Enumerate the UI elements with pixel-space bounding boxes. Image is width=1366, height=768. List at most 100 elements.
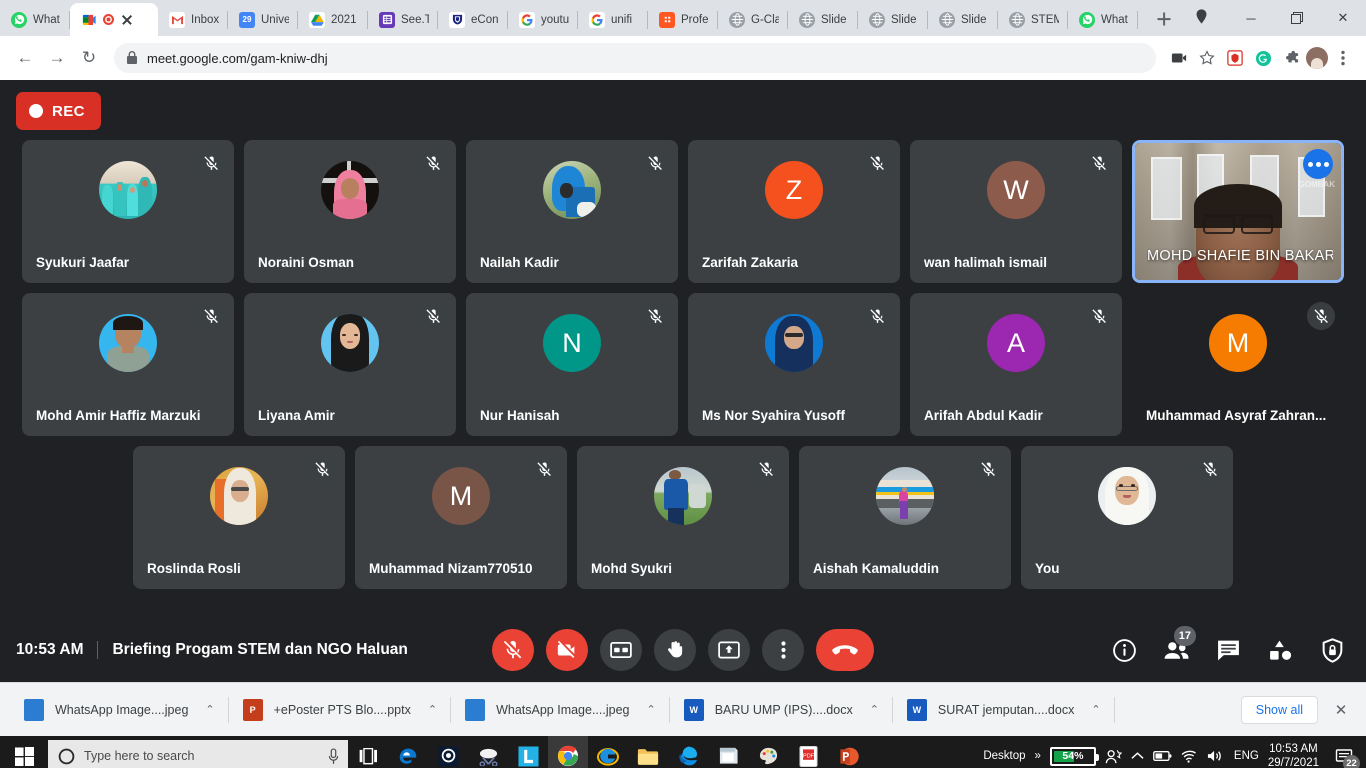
host-controls-button[interactable] [1314,632,1350,668]
download-item[interactable]: WhatsApp Image....jpeg ⌃ [451,693,670,727]
participant-tile[interactable]: M Muhammad Nizam770510 [355,446,567,589]
internet-explorer-icon[interactable] [588,736,628,768]
browser-tab-1[interactable] [70,3,158,36]
browser-tab-4[interactable]: 2021 [298,3,368,36]
download-menu-caret-icon[interactable]: ⌃ [205,703,214,716]
tray-overflow-chevron[interactable]: » [1035,750,1041,762]
browser-tab-13[interactable]: Slide [928,3,998,36]
powerpoint-icon[interactable] [828,736,868,768]
download-menu-caret-icon[interactable]: ⌃ [646,703,655,716]
participant-tile[interactable]: N Nur Hanisah [466,293,678,436]
browser-tab-7[interactable]: youtu [508,3,578,36]
participant-tile[interactable]: Nailah Kadir [466,140,678,283]
reload-button[interactable]: ↻ [74,43,104,73]
extension-grammarly-icon[interactable] [1250,45,1276,71]
show-everyone-button[interactable]: 17 [1158,626,1196,668]
download-menu-caret-icon[interactable]: ⌃ [1091,703,1100,716]
minimize-button[interactable]: ─ [1228,2,1274,34]
desktop-label[interactable]: Desktop [983,750,1025,762]
browser-tab-2[interactable]: Inbox [158,3,228,36]
file-explorer-icon[interactable] [628,736,668,768]
browser-tab-5[interactable]: See.T [368,3,438,36]
download-menu-caret-icon[interactable]: ⌃ [428,703,437,716]
participant-tile[interactable]: Z Zarifah Zakaria [688,140,900,283]
participant-tile[interactable]: GOMBAK MOHD SHAFIE BIN BAKAR [1132,140,1344,283]
browser-tab-8[interactable]: unifi [578,3,648,36]
close-window-button[interactable]: ✕ [1320,2,1366,34]
participant-tile[interactable]: Roslinda Rosli [133,446,345,589]
extensions-puzzle-icon[interactable] [1278,45,1304,71]
battery-indicator[interactable]: 54% [1049,746,1099,766]
lightshot-icon[interactable] [508,736,548,768]
participant-tile[interactable]: Aishah Kamaluddin [799,446,1011,589]
participant-tile[interactable]: Liyana Amir [244,293,456,436]
participant-tile[interactable]: You [1021,446,1233,589]
snipping-tool-icon[interactable] [468,736,508,768]
browser-tab-12[interactable]: Slide [858,3,928,36]
browser-tab-0[interactable]: What [0,3,70,36]
people-tray-icon[interactable] [1105,748,1122,765]
browser-tab-14[interactable]: STEM [998,3,1068,36]
close-tab-icon[interactable] [120,13,134,27]
show-hidden-icons-chevron[interactable] [1131,751,1144,761]
maximize-button[interactable] [1274,2,1320,34]
captions-button[interactable] [600,629,642,671]
activities-button[interactable] [1262,632,1298,668]
chrome-profile-avatar[interactable] [1306,47,1328,69]
close-download-shelf-button[interactable]: ✕ [1326,695,1356,725]
microsoft-edge-icon[interactable] [668,736,708,768]
participant-tile[interactable]: Syukuri Jaafar [22,140,234,283]
browser-tab-15[interactable]: What [1068,3,1138,36]
new-tab-button[interactable] [1150,5,1178,33]
present-now-button[interactable] [708,629,750,671]
forward-button[interactable]: → [42,43,72,73]
battery-tray-icon[interactable] [1153,750,1172,762]
browser-tab-11[interactable]: Slide [788,3,858,36]
extension-lastpass-icon[interactable] [1222,45,1248,71]
adobe-reader-icon[interactable]: PDF [788,736,828,768]
taskbar-clock[interactable]: 10:53 AM 29/7/2021 [1268,742,1319,768]
obs-studio-icon[interactable] [428,736,468,768]
browser-tab-3[interactable]: 29 Unive [228,3,298,36]
back-button[interactable]: ← [10,43,40,73]
microsoft-edge-legacy-icon[interactable] [388,736,428,768]
recording-indicator[interactable]: REC [16,92,101,130]
task-view-icon[interactable] [348,736,388,768]
language-indicator[interactable]: ENG [1234,750,1259,762]
participant-tile[interactable]: Ms Nor Syahira Yusoff [688,293,900,436]
download-item[interactable]: W SURAT jemputan....docx ⌃ [893,693,1115,727]
chat-button[interactable] [1210,632,1246,668]
leave-call-button[interactable] [816,629,874,671]
participant-tile[interactable]: M Muhammad Asyraf Zahran... [1132,293,1344,436]
paint-icon[interactable] [748,736,788,768]
show-all-downloads-button[interactable]: Show all [1240,695,1318,724]
chrome-menu-icon[interactable] [1330,45,1356,71]
google-chrome-icon[interactable] [548,736,588,768]
camera-off-button[interactable] [546,629,588,671]
download-item[interactable]: W BARU UMP (IPS)....docx ⌃ [670,693,894,727]
start-button[interactable] [0,736,48,768]
microphone-off-button[interactable] [492,629,534,671]
profile-avatar-icon[interactable] [1188,3,1214,29]
participant-tile[interactable]: Mohd Syukri [577,446,789,589]
participant-tile[interactable]: Wwan halimah ismail [910,140,1122,283]
sticky-notes-icon[interactable] [708,736,748,768]
download-item[interactable]: P +ePoster PTS Blo....pptx ⌃ [229,693,452,727]
participant-tile[interactable]: A Arifah Abdul Kadir [910,293,1122,436]
participant-tile[interactable]: Noraini Osman [244,140,456,283]
download-item[interactable]: WhatsApp Image....jpeg ⌃ [10,693,229,727]
wifi-icon[interactable] [1181,750,1198,763]
microphone-icon[interactable] [327,747,340,765]
meeting-details-button[interactable] [1106,632,1142,668]
participant-tile[interactable]: Mohd Amir Haffiz Marzuki [22,293,234,436]
notification-center-button[interactable]: 22 [1328,736,1360,768]
media-cast-icon[interactable] [1166,45,1192,71]
volume-icon[interactable] [1207,749,1225,763]
download-menu-caret-icon[interactable]: ⌃ [870,703,879,716]
raise-hand-button[interactable] [654,629,696,671]
url-input[interactable]: meet.google.com/gam-kniw-dhj [114,43,1156,73]
more-options-button[interactable] [762,629,804,671]
browser-tab-10[interactable]: G-Cla [718,3,788,36]
bookmark-star-icon[interactable] [1194,45,1220,71]
browser-tab-9[interactable]: Profe [648,3,718,36]
